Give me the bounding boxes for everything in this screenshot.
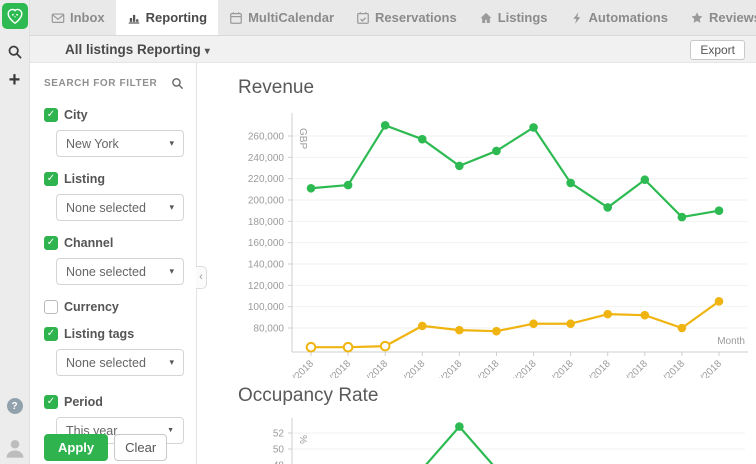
svg-text:220,000: 220,000 (248, 174, 285, 185)
svg-text:120,000: 120,000 (248, 281, 285, 292)
export-button[interactable]: Export (690, 40, 745, 60)
city-checkbox[interactable]: ✓ City (44, 108, 184, 122)
svg-text:52: 52 (273, 429, 285, 440)
chevron-down-icon: ▾ (205, 46, 210, 57)
checkbox-icon[interactable]: ✓ (44, 172, 58, 186)
clear-button[interactable]: Clear (114, 434, 167, 461)
filter-group-listing: ✓ Listing None selected ▾ (44, 172, 184, 221)
listing-tags-dropdown[interactable]: None selected ▾ (56, 349, 184, 376)
currency-checkbox[interactable]: ✓ Currency (44, 300, 184, 314)
svg-text:200,000: 200,000 (248, 196, 285, 207)
brand-heart-logo[interactable] (2, 3, 28, 29)
channel-dropdown[interactable]: None selected ▾ (56, 258, 184, 285)
left-rail: + ? (0, 0, 30, 464)
search-icon[interactable] (3, 40, 27, 64)
page-header: All listings Reporting▾ Export (30, 36, 756, 63)
home-icon (479, 11, 493, 25)
svg-text:160,000: 160,000 (248, 238, 285, 249)
search-for-filter-label: SEARCH FOR FILTER (44, 78, 157, 89)
tab-reviews[interactable]: Reviews (679, 0, 756, 35)
svg-text:10/2018: 10/2018 (617, 358, 651, 378)
svg-text:GBP: GBP (297, 128, 308, 149)
occupancy-chart-title: Occupancy Rate (238, 385, 378, 407)
checkbox-icon[interactable]: ✓ (44, 395, 58, 409)
svg-text:04/2018: 04/2018 (394, 358, 428, 378)
calendar-check-icon (356, 11, 370, 25)
svg-text:100,000: 100,000 (248, 302, 285, 313)
svg-text:Month: Month (717, 336, 745, 347)
svg-text:48: 48 (273, 461, 285, 464)
report-scope-selector[interactable]: All listings Reporting▾ (65, 42, 210, 57)
svg-text:12/2018: 12/2018 (691, 358, 725, 378)
inbox-icon (51, 11, 65, 25)
tab-listings[interactable]: Listings (468, 0, 559, 35)
filter-group-city: ✓ City New York ▾ (44, 108, 184, 157)
search-icon[interactable] (171, 77, 184, 90)
tab-automations[interactable]: Automations (559, 0, 679, 35)
period-checkbox[interactable]: ✓ Period (44, 395, 184, 409)
checkbox-icon[interactable]: ✓ (44, 236, 58, 250)
chevron-down-icon: ▾ (169, 357, 174, 368)
svg-text:01/2018: 01/2018 (283, 358, 317, 378)
select-arrow-icon: ▼ (167, 427, 174, 434)
svg-text:11/2018: 11/2018 (654, 358, 687, 378)
chevron-down-icon: ▾ (169, 266, 174, 277)
collapse-filter-panel-button[interactable]: ‹ (196, 266, 207, 289)
listing-tags-checkbox[interactable]: ✓ Listing tags (44, 327, 184, 341)
top-navigation: Inbox Reporting MultiCalendar Reservatio… (30, 0, 756, 36)
svg-text:140,000: 140,000 (248, 260, 285, 271)
svg-text:02/2018: 02/2018 (320, 358, 354, 378)
revenue-chart: 260,000 240,000 220,000 200,000 180,000 160,0… (240, 108, 756, 378)
svg-text:240,000: 240,000 (248, 153, 285, 164)
svg-text:08/2018: 08/2018 (542, 358, 576, 378)
svg-text:03/2018: 03/2018 (357, 358, 391, 378)
tab-reservations[interactable]: Reservations (345, 0, 468, 35)
svg-text:%: % (297, 435, 308, 444)
bar-chart-icon (127, 11, 141, 25)
apply-button[interactable]: Apply (44, 434, 108, 461)
svg-text:05/2018: 05/2018 (431, 358, 465, 378)
bolt-icon (570, 11, 584, 25)
filter-group-currency: ✓ Currency (44, 300, 184, 314)
svg-text:260,000: 260,000 (248, 132, 285, 143)
user-avatar-icon[interactable] (3, 436, 27, 460)
calendar-icon (229, 11, 243, 25)
listing-dropdown[interactable]: None selected ▾ (56, 194, 184, 221)
revenue-chart-title: Revenue (238, 77, 314, 99)
filter-group-listing-tags: ✓ Listing tags None selected ▾ (44, 327, 184, 376)
svg-text:07/2018: 07/2018 (505, 358, 539, 378)
channel-checkbox[interactable]: ✓ Channel (44, 236, 184, 250)
tab-multicalendar[interactable]: MultiCalendar (218, 0, 345, 35)
listing-checkbox[interactable]: ✓ Listing (44, 172, 184, 186)
svg-text:80,000: 80,000 (253, 324, 284, 335)
checkbox-icon[interactable]: ✓ (44, 327, 58, 341)
help-icon[interactable]: ? (3, 394, 27, 418)
report-content: Revenue 260,000 240,000 220,000 200,000 180,… (198, 63, 756, 464)
svg-text:50: 50 (273, 445, 285, 456)
chevron-down-icon: ▾ (169, 202, 174, 213)
svg-text:180,000: 180,000 (248, 217, 285, 228)
chevron-down-icon: ▾ (169, 138, 174, 149)
city-dropdown[interactable]: New York ▾ (56, 130, 184, 157)
tab-reporting[interactable]: Reporting (116, 0, 218, 35)
svg-text:09/2018: 09/2018 (579, 358, 613, 378)
checkbox-icon[interactable]: ✓ (44, 300, 58, 314)
tab-inbox[interactable]: Inbox (40, 0, 116, 35)
heart-icon (5, 6, 25, 26)
star-icon (690, 11, 704, 25)
filter-sidebar: SEARCH FOR FILTER ✓ City New York ▾ ✓ Li… (30, 63, 197, 464)
filter-group-channel: ✓ Channel None selected ▾ (44, 236, 184, 285)
plus-icon[interactable]: + (3, 68, 27, 92)
svg-text:06/2018: 06/2018 (468, 358, 502, 378)
checkbox-icon[interactable]: ✓ (44, 108, 58, 122)
occupancy-rate-chart: 52 50 48% (240, 410, 756, 464)
